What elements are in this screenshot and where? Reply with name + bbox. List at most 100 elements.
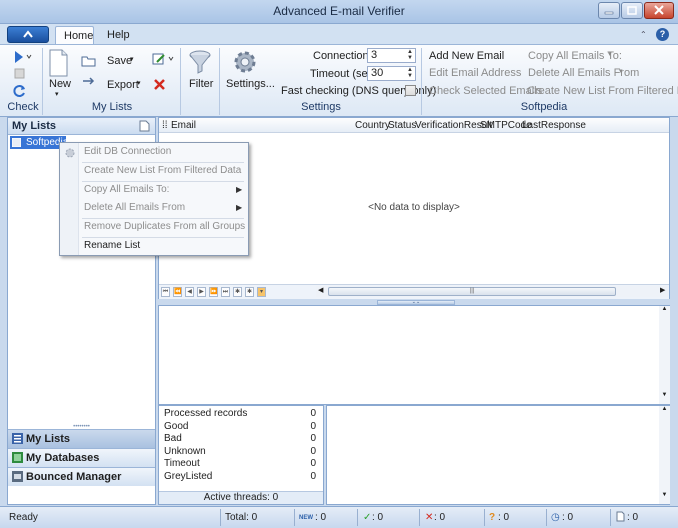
create-new-list-button[interactable]: Create New List From Filtered Data xyxy=(527,85,678,97)
menu-item-remove-duplicates[interactable]: Remove Duplicates From all Groups xyxy=(84,220,245,234)
last-page-icon[interactable]: ⏭ xyxy=(221,287,230,297)
close-button[interactable] xyxy=(644,2,674,19)
prev-record-icon[interactable]: ◀ xyxy=(185,287,194,297)
move-icon[interactable] xyxy=(81,75,96,88)
window-title: Advanced E-mail Verifier xyxy=(273,4,405,18)
save-button[interactable]: Save xyxy=(107,55,132,67)
insert-record-icon[interactable]: ✱ xyxy=(245,287,254,297)
new-badge-icon: NEW xyxy=(299,515,313,521)
add-new-email-button[interactable]: Add New Email xyxy=(429,50,504,62)
nav-label: My Databases xyxy=(26,452,100,464)
panel-title: My Lists xyxy=(12,120,57,132)
stat-greylisted: GreyListed 0 xyxy=(164,471,316,482)
next-page-icon[interactable]: ⏩ xyxy=(209,287,218,297)
log-vertical-scrollbar[interactable]: ▲ ▼ xyxy=(659,406,670,504)
detail-vertical-scrollbar[interactable]: ▲ ▼ xyxy=(659,306,670,404)
start-check-button[interactable] xyxy=(13,50,33,64)
chevron-down-icon[interactable]: ▾ xyxy=(55,90,59,98)
minimize-button[interactable] xyxy=(598,2,620,19)
application-menu-button[interactable] xyxy=(7,26,49,43)
menu-separator xyxy=(82,218,244,219)
new-list-button[interactable] xyxy=(47,49,69,77)
column-country[interactable]: Country xyxy=(355,118,390,133)
edit-icon[interactable] xyxy=(152,52,176,66)
submenu-arrow-icon: ▶ xyxy=(236,185,243,194)
help-icon[interactable]: ? xyxy=(656,28,669,41)
close-icon xyxy=(654,5,664,15)
maximize-button[interactable] xyxy=(621,2,643,19)
scroll-up-icon[interactable]: ▲ xyxy=(659,406,670,412)
settings-button[interactable] xyxy=(232,49,258,75)
group-label-check: Check xyxy=(7,101,39,113)
menu-separator xyxy=(82,237,244,238)
ribbon-minimize-icon[interactable]: ⌃ xyxy=(640,30,647,39)
menu-separator xyxy=(82,181,244,182)
delete-chevron-down-icon[interactable]: ▾ xyxy=(619,67,623,75)
stop-icon xyxy=(14,68,25,79)
chevron-up-icon xyxy=(23,30,33,38)
new-list-label[interactable]: New xyxy=(49,78,71,90)
column-chooser-icon[interactable]: ⁞⁞ xyxy=(162,118,168,133)
check-selected-emails-button[interactable]: Check Selected Emails xyxy=(429,85,542,97)
greylisted-page-icon xyxy=(616,511,625,525)
status-ready: Ready xyxy=(9,512,38,523)
prev-page-icon[interactable]: ⏪ xyxy=(173,287,182,297)
new-document-icon xyxy=(49,49,68,77)
detail-pane xyxy=(158,305,670,405)
menu-item-rename-list[interactable]: Rename List xyxy=(84,239,140,253)
save-dropdown-chevron-icon[interactable]: ▾ xyxy=(130,55,134,63)
stat-bad: Bad 0 xyxy=(164,433,316,444)
submenu-arrow-icon: ▶ xyxy=(236,203,243,212)
nav-bounced-manager[interactable]: Bounced Manager xyxy=(8,467,155,486)
column-email[interactable]: Email xyxy=(171,118,196,133)
group-label-my-lists: My Lists xyxy=(91,101,133,113)
edit-email-address-button[interactable]: Edit Email Address xyxy=(429,67,521,79)
scroll-up-icon[interactable]: ▲ xyxy=(659,306,670,312)
export-dropdown-chevron-icon[interactable]: ▾ xyxy=(137,79,141,87)
recheck-button[interactable] xyxy=(13,84,27,98)
menu-item-copy-all-emails-to[interactable]: Copy All Emails To: xyxy=(84,183,169,197)
red-x-icon xyxy=(154,79,165,90)
refresh-icon xyxy=(13,85,25,97)
column-last-response[interactable]: LastResponse xyxy=(522,118,586,133)
status-greylisted-count: : 0 xyxy=(627,512,639,523)
column-status[interactable]: Status xyxy=(388,118,416,133)
export-button[interactable]: Export xyxy=(107,79,139,91)
connections-stepper[interactable]: 3 ▲ ▼ xyxy=(367,48,416,63)
gear-icon xyxy=(234,51,256,73)
settings-label[interactable]: Settings... xyxy=(226,78,275,90)
timeout-stepper[interactable]: 30 ▲ ▼ xyxy=(367,66,416,81)
scroll-down-icon[interactable]: ▼ xyxy=(659,392,670,398)
first-page-icon[interactable]: ⏮ xyxy=(161,287,170,297)
tab-help[interactable]: Help xyxy=(99,26,135,45)
timeout-clock-icon: ◷ xyxy=(551,512,560,523)
copy-chevron-down-icon[interactable]: ▾ xyxy=(608,50,612,58)
menu-item-delete-all-emails-from[interactable]: Delete All Emails From xyxy=(84,201,185,215)
menu-item-create-new-list[interactable]: Create New List From Filtered Data xyxy=(84,164,241,178)
status-good-count: : 0 xyxy=(372,512,384,523)
filter-record-icon[interactable]: ▾ xyxy=(257,287,266,297)
spin-arrows-icon[interactable]: ▲ ▼ xyxy=(405,49,415,62)
status-timeout-count: : 0 xyxy=(562,512,574,523)
fast-checking-checkbox[interactable] xyxy=(405,85,416,96)
open-icon[interactable] xyxy=(81,54,96,67)
stop-check-button[interactable] xyxy=(14,68,26,80)
status-bad-count: : 0 xyxy=(434,512,446,523)
nav-my-databases[interactable]: My Databases xyxy=(8,448,155,467)
append-record-icon[interactable]: ✱ xyxy=(233,287,242,297)
status-total: Total: 0 xyxy=(225,512,258,523)
scroll-left-icon[interactable]: ◀ xyxy=(318,286,323,294)
panel-page-icon[interactable] xyxy=(139,120,150,132)
scrollbar-thumb[interactable]: ||| xyxy=(328,287,616,296)
scroll-down-icon[interactable]: ▼ xyxy=(659,492,670,498)
funnel-icon xyxy=(189,50,211,74)
delete-list-button[interactable] xyxy=(153,78,166,91)
nav-my-lists[interactable]: My Lists xyxy=(8,429,155,448)
scroll-right-icon[interactable]: ▶ xyxy=(660,286,665,294)
spin-arrows-icon[interactable]: ▲ ▼ xyxy=(405,67,415,80)
filter-label[interactable]: Filter xyxy=(189,78,213,90)
next-record-icon[interactable]: ▶ xyxy=(197,287,206,297)
menu-item-edit-db-connection[interactable]: Edit DB Connection xyxy=(84,145,171,159)
filter-button[interactable] xyxy=(188,49,212,75)
tab-home[interactable]: Home xyxy=(55,26,94,45)
